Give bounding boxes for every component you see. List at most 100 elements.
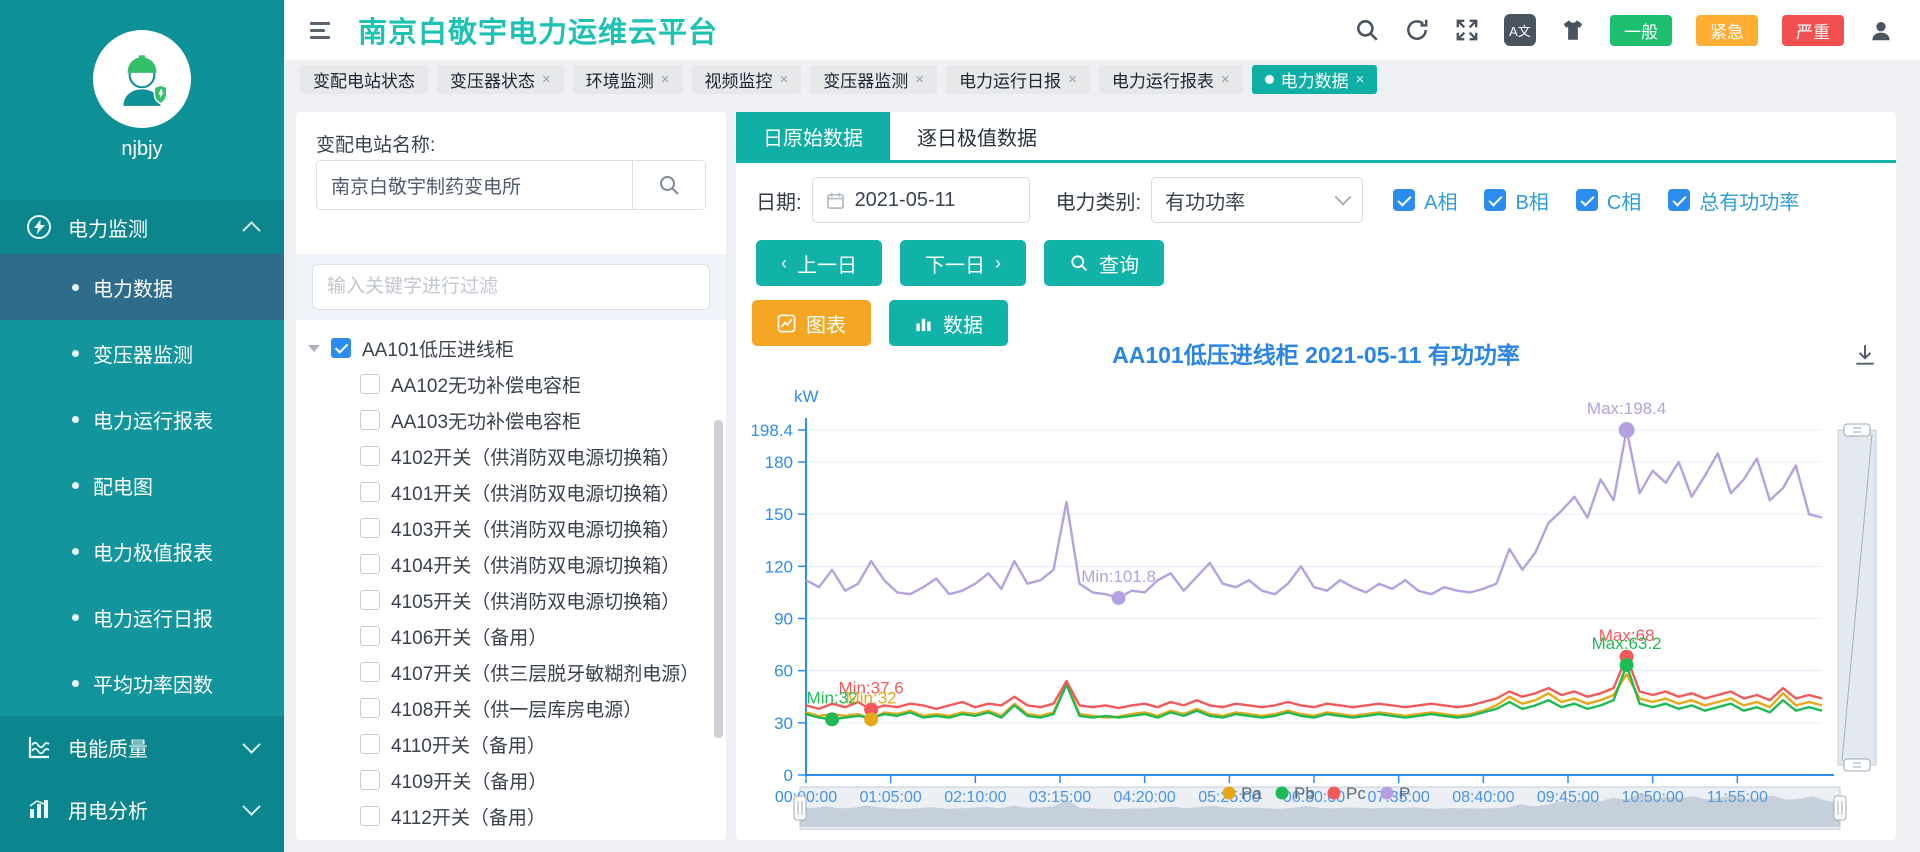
tree-root-row[interactable]: AA101低压进线柜	[308, 330, 712, 366]
page-tab[interactable]: 视频监控 ×	[692, 65, 802, 94]
alarm-badge-urgent[interactable]: 紧急	[1696, 15, 1758, 46]
phase-checkbox-item[interactable]: 总有功功率	[1668, 186, 1799, 215]
data-view-button[interactable]: 数据	[889, 300, 1008, 346]
tree-checkbox[interactable]	[360, 446, 380, 466]
station-search-input[interactable]	[317, 161, 632, 209]
page-tab[interactable]: 电力数据 ×	[1252, 65, 1378, 94]
tree-item-label: AA102无功补偿电容柜	[391, 371, 581, 398]
prev-day-button[interactable]: ‹ 上一日	[756, 240, 882, 286]
search-icon[interactable]	[1354, 17, 1380, 43]
tree-row[interactable]: 4111开关（备用）	[360, 834, 712, 840]
tree-row[interactable]: AA103无功补偿电容柜	[360, 402, 712, 438]
sidebar-subitem[interactable]: 配电图	[0, 452, 284, 518]
tree-checkbox-checked[interactable]	[331, 338, 351, 358]
tree-row[interactable]: 4106开关（备用）	[360, 618, 712, 654]
h-datazoom-slider[interactable]	[794, 787, 1846, 829]
phase-checkbox-item[interactable]: C相	[1576, 186, 1641, 215]
sidebar-item-power-monitor[interactable]: 电力监测	[0, 200, 284, 254]
phase-checkbox-item[interactable]: B相	[1484, 186, 1548, 215]
sidebar-item-event-log[interactable]: 事件记录	[0, 840, 284, 852]
page-tab[interactable]: 变压器状态 ×	[437, 65, 564, 94]
data-tab[interactable]: 日原始数据	[736, 112, 890, 160]
tree-checkbox[interactable]	[360, 734, 380, 754]
tree-row[interactable]: 4105开关（供消防双电源切换箱）	[360, 582, 712, 618]
tab-label: 变压器监测	[823, 67, 908, 92]
tree-scrollbar[interactable]	[714, 420, 723, 738]
caret-down-icon[interactable]	[308, 345, 320, 352]
tree-row[interactable]: AA102无功补偿电容柜	[360, 366, 712, 402]
tree-filter-input[interactable]	[312, 264, 710, 310]
tree-row[interactable]: 4108开关（供一层库房电源）	[360, 690, 712, 726]
device-tree: AA101低压进线柜 AA102无功补偿电容柜 AA103无功补偿电容柜 410…	[296, 320, 726, 840]
tree-checkbox[interactable]	[360, 518, 380, 538]
svg-text:198.4: 198.4	[750, 421, 793, 440]
tree-row[interactable]: 4104开关（供消防双电源切换箱）	[360, 546, 712, 582]
tree-checkbox[interactable]	[360, 770, 380, 790]
sidebar-subitem[interactable]: 平均功率因数	[0, 650, 284, 716]
page-tab[interactable]: 环境监测 ×	[573, 65, 683, 94]
tab-close-icon[interactable]: ×	[915, 71, 924, 88]
tree-checkbox[interactable]	[360, 482, 380, 502]
sidebar-subitem[interactable]: 电力极值报表	[0, 518, 284, 584]
sidebar-subitem[interactable]: 电力运行日报	[0, 584, 284, 650]
bullet-icon	[72, 482, 79, 489]
fullscreen-icon[interactable]	[1454, 17, 1480, 43]
phase-checkbox-item[interactable]: A相	[1393, 186, 1457, 215]
page-tab[interactable]: 电力运行报表 ×	[1099, 65, 1243, 94]
checkbox-checked-icon[interactable]	[1393, 189, 1415, 211]
sidebar-item-power-quality[interactable]: 电能质量	[0, 716, 284, 778]
collapse-menu-icon[interactable]	[310, 22, 330, 39]
tab-close-icon[interactable]: ×	[1068, 71, 1077, 88]
tree-checkbox[interactable]	[360, 806, 380, 826]
avatar[interactable]	[93, 30, 191, 128]
tree-checkbox[interactable]	[360, 698, 380, 718]
checkbox-checked-icon[interactable]	[1668, 189, 1690, 211]
category-select[interactable]: 有功功率	[1151, 177, 1363, 223]
alarm-badge-critical[interactable]: 严重	[1782, 15, 1844, 46]
translate-icon[interactable]: A文	[1504, 14, 1536, 46]
sidebar-item-label: 电能质量	[68, 733, 148, 762]
tree-item-label: 4112开关（备用）	[391, 803, 546, 830]
tab-label: 环境监测	[586, 67, 654, 92]
tab-close-icon[interactable]: ×	[542, 71, 551, 88]
chart-view-button[interactable]: 图表	[752, 300, 871, 346]
query-button[interactable]: 查询	[1044, 240, 1164, 286]
tree-row[interactable]: 4110开关（备用）	[360, 726, 712, 762]
tab-close-icon[interactable]: ×	[780, 71, 789, 88]
tab-close-icon[interactable]: ×	[661, 71, 670, 88]
sidebar-subitem[interactable]: 电力数据	[0, 254, 284, 320]
tree-checkbox[interactable]	[360, 662, 380, 682]
tree-checkbox[interactable]	[360, 590, 380, 610]
refresh-icon[interactable]	[1404, 17, 1430, 43]
tree-row[interactable]: 4107开关（供三层脱牙敏糊剂电源）	[360, 654, 712, 690]
svg-text:180: 180	[765, 453, 793, 472]
sidebar-subitem[interactable]: 变压器监测	[0, 320, 284, 386]
theme-shirt-icon[interactable]	[1560, 17, 1586, 43]
page-tab[interactable]: 电力运行日报 ×	[946, 65, 1090, 94]
tree-row[interactable]: 4101开关（供消防双电源切换箱）	[360, 474, 712, 510]
checkbox-checked-icon[interactable]	[1576, 189, 1598, 211]
date-picker[interactable]: 2021-05-11	[812, 177, 1030, 223]
page-tab[interactable]: 变压器监测 ×	[810, 65, 937, 94]
checkbox-checked-icon[interactable]	[1484, 189, 1506, 211]
tab-close-icon[interactable]: ×	[1221, 71, 1230, 88]
next-day-button[interactable]: 下一日 ›	[900, 240, 1026, 286]
tree-row[interactable]: 4103开关（供消防双电源切换箱）	[360, 510, 712, 546]
tree-row[interactable]: 4102开关（供消防双电源切换箱）	[360, 438, 712, 474]
tab-close-icon[interactable]: ×	[1356, 71, 1365, 88]
tree-row[interactable]: 4109开关（备用）	[360, 762, 712, 798]
v-datazoom-slider[interactable]	[1838, 424, 1876, 771]
station-search-button[interactable]	[632, 161, 705, 209]
tree-checkbox[interactable]	[360, 410, 380, 430]
data-tab[interactable]: 逐日极值数据	[890, 112, 1064, 160]
tree-checkbox[interactable]	[360, 374, 380, 394]
tree-checkbox[interactable]	[360, 554, 380, 574]
sidebar-item-usage-analysis[interactable]: 用电分析	[0, 778, 284, 840]
tree-row[interactable]: 4112开关（备用）	[360, 798, 712, 834]
alarm-badge-normal[interactable]: 一般	[1610, 15, 1672, 46]
user-icon[interactable]	[1868, 17, 1894, 43]
worker-avatar-icon	[109, 46, 175, 112]
page-tab[interactable]: 变配电站状态 ×	[300, 65, 428, 94]
sidebar-subitem[interactable]: 电力运行报表	[0, 386, 284, 452]
tree-checkbox[interactable]	[360, 626, 380, 646]
